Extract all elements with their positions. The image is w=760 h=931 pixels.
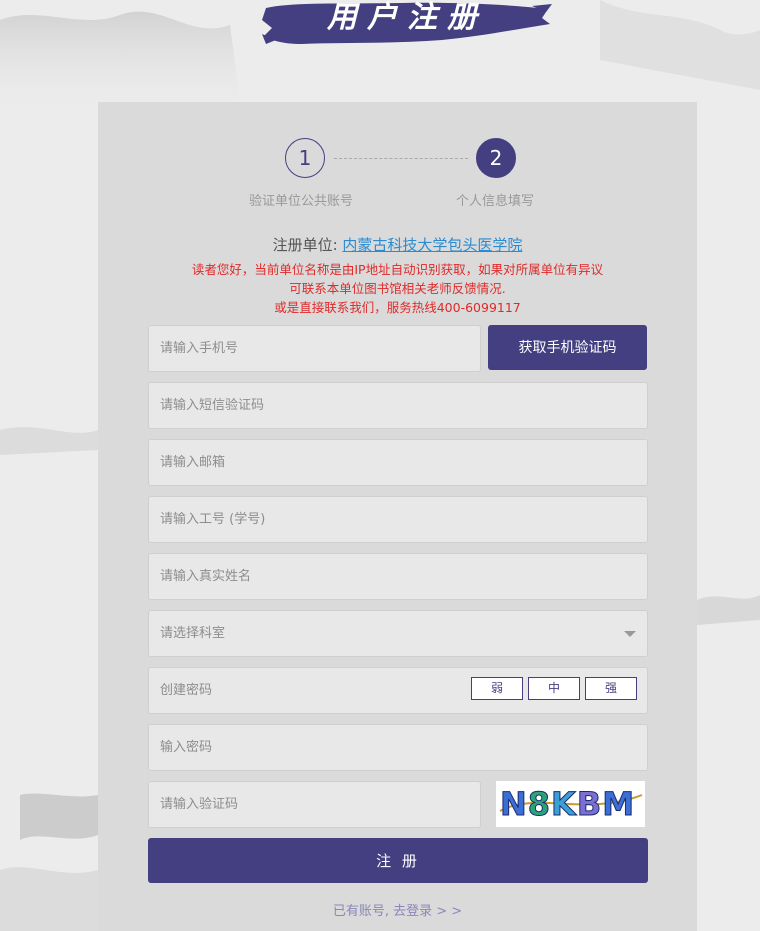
page-title: 用户注册 (327, 0, 487, 35)
email-input[interactable] (149, 440, 647, 485)
confirm-password-input[interactable] (149, 725, 647, 770)
password-strength-meter: 弱 中 强 (471, 677, 637, 702)
step-indicator: 1 2 验证单位公共账号 个人信息填写 (98, 102, 697, 222)
strength-strong: 强 (585, 677, 637, 700)
registration-card: 1 2 验证单位公共账号 个人信息填写 注册单位: 内蒙古科技大学包头医学院 读… (98, 102, 697, 931)
strength-weak: 弱 (471, 677, 523, 700)
step-1-label: 验证单位公共账号 (249, 194, 354, 209)
ip-notice: 读者您好，当前单位名称是由IP地址自动识别获取，如果对所属单位有异议 可联系本单… (98, 260, 697, 317)
phone-input[interactable] (149, 326, 480, 371)
sms-code-input[interactable] (149, 383, 647, 428)
staff-id-field-wrapper (148, 496, 648, 543)
password-field-wrapper: 弱 中 强 (148, 667, 648, 714)
phone-field-wrapper (148, 325, 481, 372)
department-select-value: 请选择科室 (160, 626, 226, 641)
unit-name-link[interactable]: 内蒙古科技大学包头医学院 (342, 236, 522, 254)
title-banner: 用户注册 (262, 0, 552, 46)
step-1-circle: 1 (285, 138, 325, 178)
real-name-input[interactable] (149, 554, 647, 599)
captcha-image[interactable]: N8KBM (496, 781, 645, 827)
confirm-password-field-wrapper (148, 724, 648, 771)
notice-line-2: 可联系本单位图书馆相关老师反馈情况. (289, 281, 506, 296)
step-connector (334, 158, 468, 159)
unit-row: 注册单位: 内蒙古科技大学包头医学院 (98, 234, 697, 255)
email-field-wrapper (148, 439, 648, 486)
department-select[interactable]: 请选择科室 (148, 610, 648, 657)
unit-label: 注册单位: (272, 236, 338, 254)
real-name-field-wrapper (148, 553, 648, 600)
step-2-circle: 2 (476, 138, 516, 178)
svg-text:N8KBM: N8KBM (500, 785, 635, 823)
go-to-login-link[interactable]: 已有账号, 去登录 > > (98, 900, 697, 919)
staff-id-input[interactable] (149, 497, 647, 542)
captcha-input[interactable] (149, 782, 480, 827)
step-2-label: 个人信息填写 (456, 194, 535, 209)
chevron-down-icon (624, 631, 636, 637)
strength-medium: 中 (528, 677, 580, 700)
captcha-field-wrapper (148, 781, 481, 828)
notice-line-3: 或是直接联系我们，服务热线400-6099117 (274, 300, 521, 315)
sms-code-field-wrapper (148, 382, 648, 429)
notice-line-1: 读者您好，当前单位名称是由IP地址自动识别获取，如果对所属单位有异议 (191, 262, 604, 277)
register-button[interactable]: 注 册 (148, 838, 648, 883)
get-sms-code-button[interactable]: 获取手机验证码 (488, 325, 647, 370)
